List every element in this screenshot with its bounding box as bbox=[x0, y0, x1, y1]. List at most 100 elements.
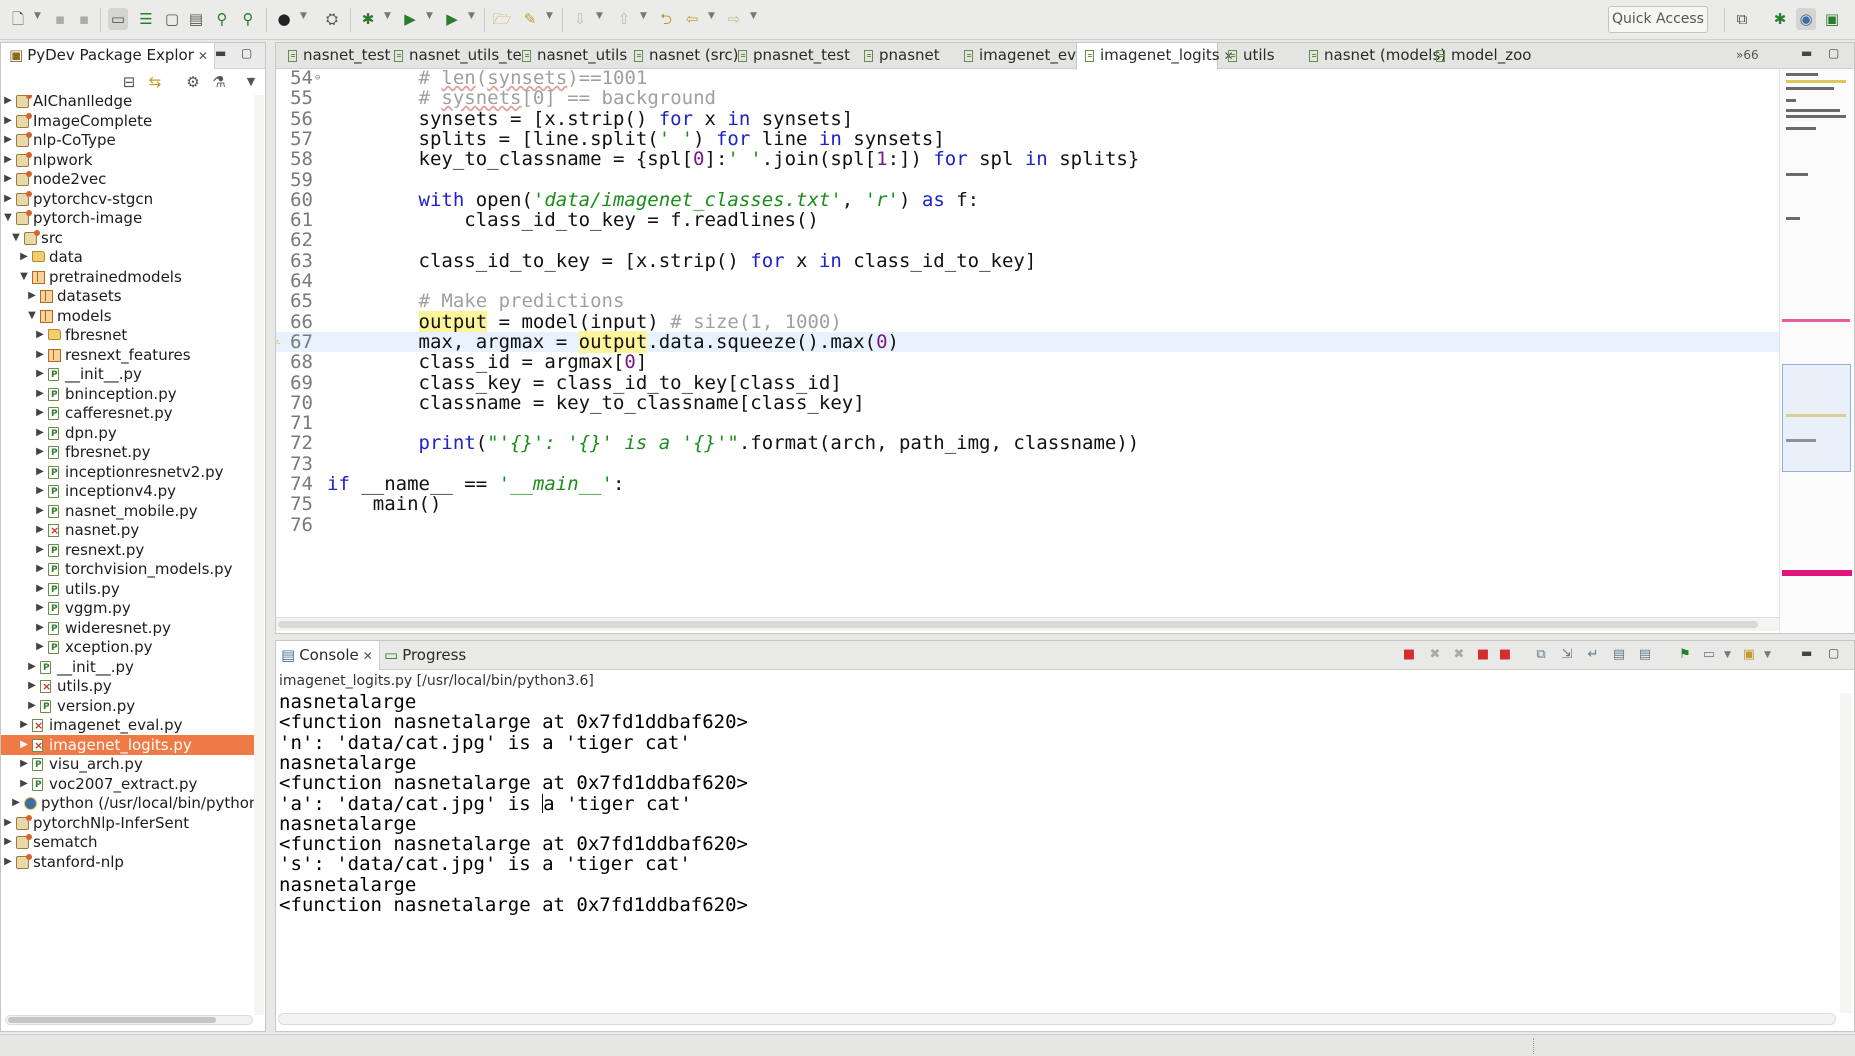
record-icon[interactable]: ● bbox=[274, 8, 294, 30]
plugin-icon[interactable]: ⛭ bbox=[322, 8, 342, 30]
tree-item[interactable]: ▶ AIChanlledge bbox=[1, 95, 254, 111]
tree-item[interactable]: ▶ utils.py bbox=[1, 676, 254, 697]
terminate-relaunch-icon[interactable]: ■ bbox=[1476, 648, 1490, 662]
collapsed-arrow-icon[interactable]: ▶ bbox=[27, 676, 37, 696]
minimap[interactable] bbox=[1779, 69, 1854, 633]
collapsed-arrow-icon[interactable]: ▶ bbox=[3, 95, 13, 111]
close-icon[interactable]: ✕ bbox=[363, 649, 373, 663]
code-line[interactable]: 75 main() bbox=[276, 494, 1779, 514]
tree-item[interactable]: ▼ src bbox=[1, 228, 254, 248]
code-line[interactable]: 72 print("'{}': '{}' is a '{}'".format(a… bbox=[276, 433, 1779, 453]
next-annotation-dropdown-icon[interactable]: ▼ bbox=[596, 11, 603, 21]
tree-item[interactable]: ▶ node2vec bbox=[1, 169, 254, 189]
edit-dropdown-icon[interactable]: ▼ bbox=[546, 11, 553, 21]
collapsed-arrow-icon[interactable]: ▶ bbox=[35, 559, 45, 579]
filters-icon[interactable]: ⚙ bbox=[183, 71, 203, 93]
tab-progress[interactable]: ▭ Progress bbox=[384, 641, 466, 670]
terminate-icon[interactable]: ■ bbox=[1402, 648, 1416, 662]
code-line[interactable]: 70 classname = key_to_classname[class_ke… bbox=[276, 393, 1779, 413]
open-console-icon[interactable]: ▣ bbox=[1742, 648, 1756, 662]
tree-item[interactable]: ▶ nasnet_mobile.py bbox=[1, 501, 254, 522]
scroll-lock-icon[interactable]: ⇲ bbox=[1560, 648, 1574, 662]
tree-item[interactable]: ▶ stanford-nlp bbox=[1, 852, 254, 872]
java-perspective-icon[interactable]: ▣ bbox=[1822, 8, 1842, 30]
code-line[interactable]: 66 output = model(input) # size(1, 1000) bbox=[276, 310, 1779, 333]
tree-item[interactable]: ▶ imagenet_eval.py bbox=[1, 715, 254, 736]
tree-item[interactable]: ▶ inceptionv4.py bbox=[1, 481, 254, 502]
new-icon[interactable]: 🗋 bbox=[8, 8, 28, 30]
run-icon[interactable]: ▶ bbox=[400, 8, 420, 30]
toggle-mark-icon[interactable]: ▭ bbox=[108, 8, 128, 30]
next-annotation-icon[interactable]: ⇩ bbox=[570, 8, 590, 30]
clear-console-icon[interactable]: ⧉ bbox=[1534, 648, 1548, 662]
open-perspective-icon[interactable]: ⧉ bbox=[1732, 8, 1752, 30]
editor-tab[interactable]: nasnet (models) bbox=[1301, 43, 1446, 69]
back-dropdown-icon[interactable]: ▼ bbox=[708, 11, 715, 21]
remove-all-icon[interactable]: ✖ bbox=[1452, 648, 1466, 662]
tree-item[interactable]: ▶ utils.py bbox=[1, 579, 254, 600]
collapsed-arrow-icon[interactable]: ▶ bbox=[35, 345, 45, 365]
code-line[interactable]: 68 class_id = argmax[0] bbox=[276, 352, 1779, 372]
minimap-viewport[interactable] bbox=[1782, 364, 1851, 472]
forward-dropdown-icon[interactable]: ▼ bbox=[750, 11, 757, 21]
code-line[interactable]: 56 synsets = [x.strip() for x in synsets… bbox=[276, 109, 1779, 129]
tree-item[interactable]: ▶ datasets bbox=[1, 286, 254, 306]
collapsed-arrow-icon[interactable]: ▶ bbox=[35, 462, 45, 482]
tree-item[interactable]: ▶ fbresnet bbox=[1, 325, 254, 345]
code-line[interactable]: 65 # Make predictions bbox=[276, 291, 1779, 311]
tree-item[interactable]: ▶ vggm.py bbox=[1, 598, 254, 619]
editor-tab[interactable]: nasnet_utils_te bbox=[386, 43, 522, 69]
code-line[interactable]: 71 bbox=[276, 413, 1779, 433]
collapsed-arrow-icon[interactable]: ▶ bbox=[35, 598, 45, 618]
collapsed-arrow-icon[interactable]: ▶ bbox=[3, 813, 13, 833]
collapsed-arrow-icon[interactable]: ▶ bbox=[35, 540, 45, 560]
code-line[interactable]: 76 bbox=[276, 515, 1779, 535]
minimize-icon[interactable]: ▬ bbox=[215, 46, 226, 60]
tree-item[interactable]: ▶ nasnet.py bbox=[1, 520, 254, 541]
terminate-all-icon[interactable]: ■ bbox=[1498, 648, 1512, 662]
collapsed-arrow-icon[interactable]: ▶ bbox=[35, 618, 45, 638]
collapsed-arrow-icon[interactable]: ▶ bbox=[35, 520, 45, 540]
word-wrap-icon[interactable]: ↵ bbox=[1586, 648, 1600, 662]
save-all-icon[interactable]: ▪ bbox=[74, 8, 94, 30]
focus-icon[interactable]: ⚗ bbox=[209, 71, 229, 93]
tree-item[interactable]: ▶ xception.py bbox=[1, 637, 254, 658]
previous-annotation-icon[interactable]: ⇧ bbox=[614, 8, 634, 30]
expanded-arrow-icon[interactable]: ▼ bbox=[3, 208, 13, 228]
collapsed-arrow-icon[interactable]: ▶ bbox=[3, 832, 13, 852]
code-line[interactable]: 62 bbox=[276, 230, 1779, 250]
show-stderr-icon[interactable]: ▤ bbox=[1638, 648, 1652, 662]
external-tools-dropdown-icon[interactable]: ▼ bbox=[468, 11, 475, 21]
external-tools-icon[interactable]: ▶ bbox=[442, 8, 462, 30]
tree-item[interactable]: ▼ pytorch-image bbox=[1, 208, 254, 228]
collapsed-arrow-icon[interactable]: ▶ bbox=[35, 637, 45, 657]
code-line[interactable]: 57 splits = [line.split(' ') for line in… bbox=[276, 129, 1779, 149]
collapsed-arrow-icon[interactable]: ▶ bbox=[19, 774, 29, 794]
display-console-dropdown-icon[interactable]: ▼ bbox=[1724, 650, 1731, 660]
editor-horizontal-scrollbar[interactable] bbox=[276, 617, 1779, 631]
tree-item[interactable]: ▶ cafferesnet.py bbox=[1, 403, 254, 424]
collapsed-arrow-icon[interactable]: ▶ bbox=[19, 735, 29, 755]
maximize-icon[interactable]: ▢ bbox=[241, 46, 252, 60]
explorer-horizontal-scrollbar[interactable] bbox=[5, 1015, 253, 1025]
collapsed-arrow-icon[interactable]: ▶ bbox=[3, 852, 13, 872]
expanded-arrow-icon[interactable]: ▼ bbox=[19, 267, 29, 287]
tree-item[interactable]: ▶ ImageComplete bbox=[1, 111, 254, 131]
maximize-icon[interactable]: ▢ bbox=[1828, 46, 1839, 60]
tree-item[interactable]: ▶ nlpwork bbox=[1, 150, 254, 170]
tree-item[interactable]: ▼ models bbox=[1, 306, 254, 326]
debug-dropdown-icon[interactable]: ▼ bbox=[384, 11, 391, 21]
console-vertical-scrollbar[interactable] bbox=[1840, 693, 1852, 1013]
scroll-thumb[interactable] bbox=[8, 1017, 216, 1023]
console-icon[interactable]: ▤ bbox=[186, 8, 206, 30]
debug-icon[interactable]: ✱ bbox=[358, 8, 378, 30]
collapsed-arrow-icon[interactable]: ▶ bbox=[35, 364, 45, 384]
pin-console-icon[interactable]: ⚑ bbox=[1678, 648, 1692, 662]
editor-tab[interactable]: nasnet_test bbox=[280, 43, 390, 69]
collapsed-arrow-icon[interactable]: ▶ bbox=[19, 754, 29, 774]
code-line[interactable]: 54 ⊖ # len(synsets)==1001 bbox=[276, 69, 1779, 88]
quick-access-field[interactable]: Quick Access bbox=[1608, 6, 1708, 33]
last-edit-icon[interactable]: ⮌ bbox=[656, 8, 676, 30]
collapsed-arrow-icon[interactable]: ▶ bbox=[35, 403, 45, 423]
code-line[interactable]: 60 with open('data/imagenet_classes.txt'… bbox=[276, 190, 1779, 210]
